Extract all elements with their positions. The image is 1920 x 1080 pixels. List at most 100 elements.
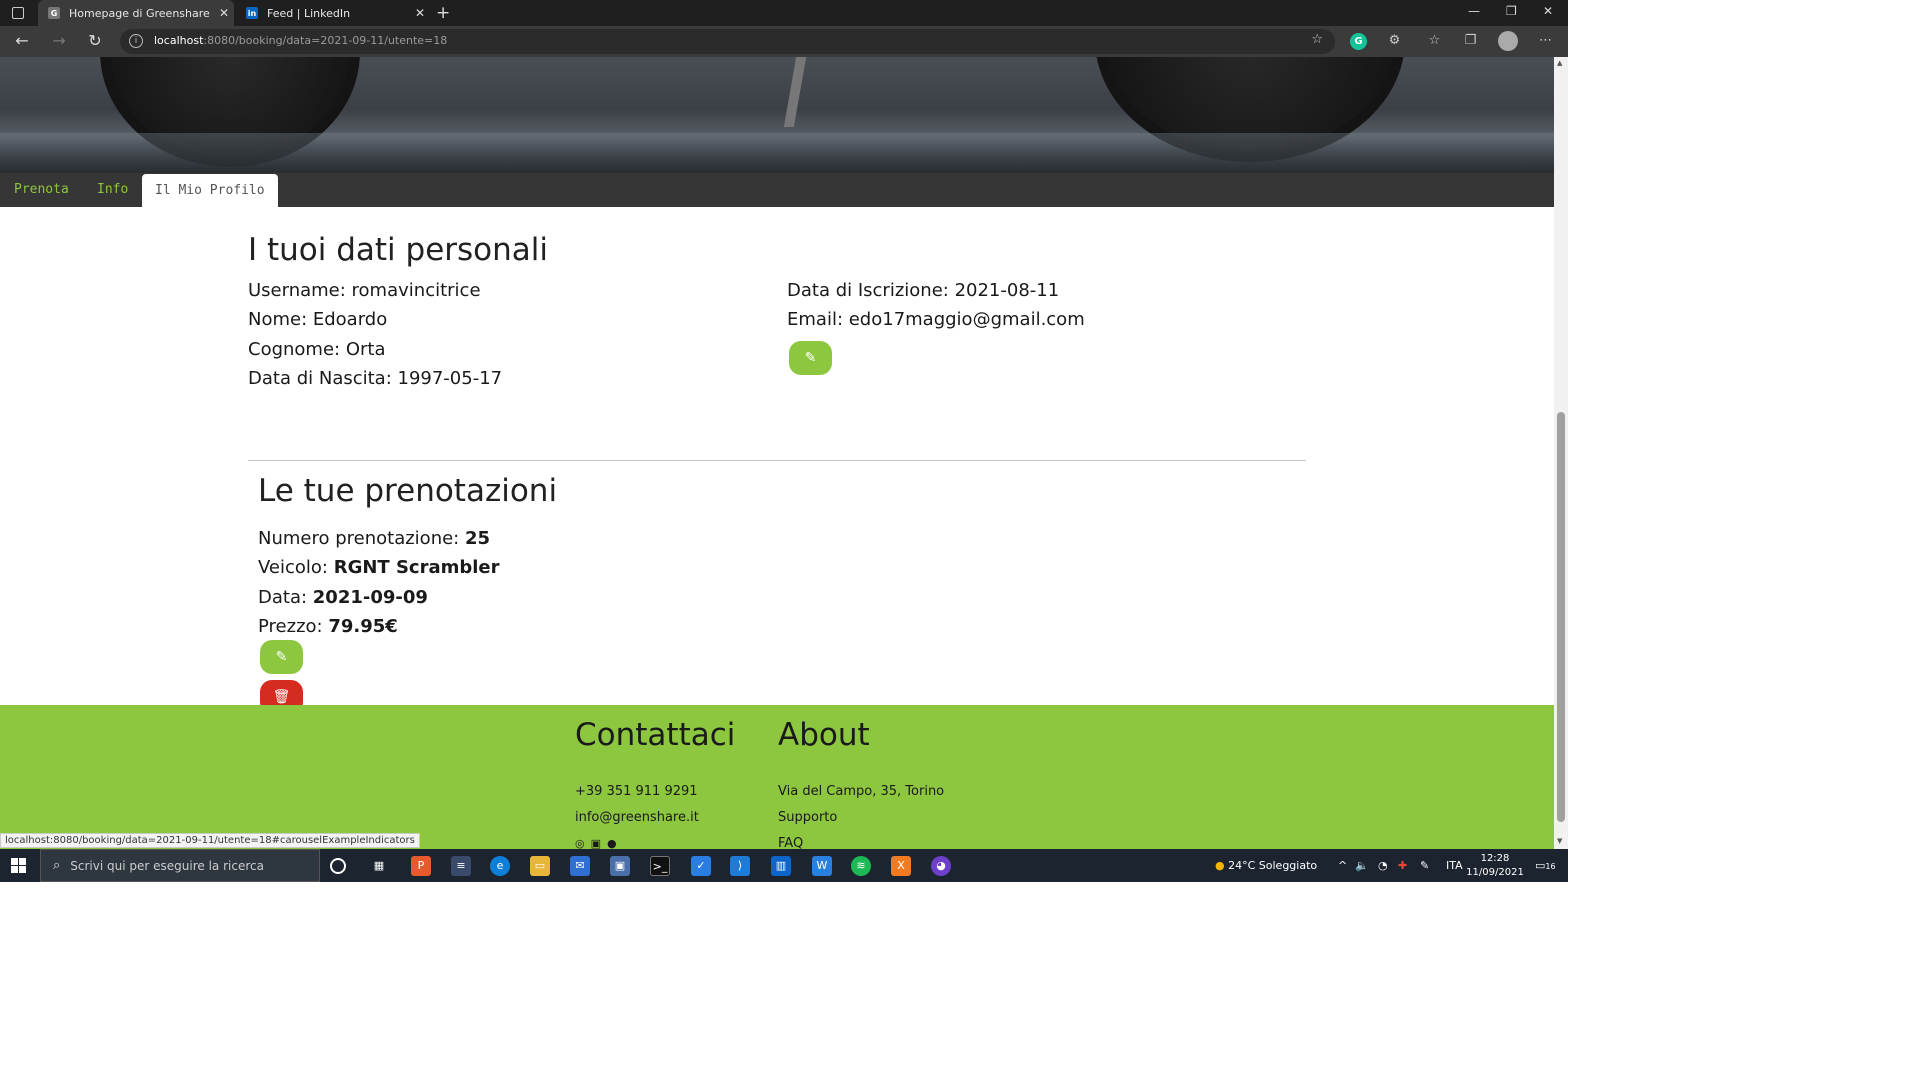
xampp-icon[interactable]: X (891, 856, 911, 876)
add-favorite-icon[interactable]: ☆ (1311, 32, 1323, 47)
forward-icon[interactable]: → (49, 31, 69, 50)
trello-icon[interactable]: ▥ (771, 856, 791, 876)
personal-data-left: Username: romavincitrice Nome: Edoardo C… (248, 276, 502, 393)
browser-toolbar: ← → ↻ i localhost:8080/booking/data=2021… (0, 26, 1568, 57)
nav-il-mio-profilo[interactable]: Il Mio Profilo (142, 174, 278, 207)
nav-info[interactable]: Info (97, 173, 128, 207)
todo-icon[interactable]: ✓ (691, 856, 711, 876)
collections-icon[interactable]: ❐ (1462, 33, 1479, 50)
site-info-icon[interactable]: i (129, 34, 143, 48)
email-field: Email: edo17maggio@gmail.com (787, 309, 1085, 331)
greenshare-favicon-icon: G (48, 7, 60, 19)
profile-avatar-icon[interactable] (1498, 31, 1518, 51)
powerpoint-icon[interactable]: P (411, 856, 431, 876)
new-tab-icon[interactable]: + (436, 3, 450, 23)
file-explorer-icon[interactable]: ▭ (530, 856, 550, 876)
spotify-icon[interactable]: ≋ (851, 856, 871, 876)
close-window-icon[interactable]: ✕ (1543, 4, 1553, 18)
weather-text: 24°C Soleggiato (1228, 859, 1318, 872)
minimize-icon[interactable]: — (1468, 4, 1480, 18)
edit-icon: ✎ (275, 649, 288, 665)
clock-time: 12:28 (1480, 853, 1510, 864)
tab-actions-icon[interactable] (12, 7, 24, 19)
reload-icon[interactable]: ↻ (85, 31, 105, 50)
task-view-icon[interactable]: ▦ (369, 856, 389, 876)
tab-label: Feed | LinkedIn (267, 6, 351, 20)
trash-icon: 🗑 (272, 689, 291, 705)
volume-icon[interactable]: 🔈 (1355, 849, 1369, 882)
weather-widget[interactable]: ● 24°C Soleggiato (1215, 849, 1317, 882)
clock-date: 11/09/2021 (1466, 867, 1524, 878)
status-bar-url: localhost:8080/booking/data=2021-09-11/u… (0, 833, 420, 848)
github-icon[interactable]: ◕ (931, 856, 951, 876)
vscode-icon[interactable]: ⟩ (730, 856, 750, 876)
search-icon: ⌕ (53, 858, 61, 873)
tray-overflow-icon[interactable]: ^ (1338, 849, 1347, 882)
close-tab-icon[interactable]: ✕ (214, 6, 234, 20)
motorcycle-stand (783, 57, 807, 127)
personal-data-title: I tuoi dati personali (248, 232, 549, 268)
app-tray-icon[interactable]: ✚ (1398, 849, 1407, 882)
bookings-title: Le tue prenotazioni (258, 473, 558, 509)
linkedin-icon[interactable]: ▣ (591, 837, 601, 849)
booking-card: Numero prenotazione: 25 Veicolo: RGNT Sc… (258, 524, 500, 641)
notification-center-icon[interactable]: ▭16 (1535, 849, 1556, 882)
booking-number-label: Numero prenotazione: (258, 528, 460, 549)
mail-icon[interactable]: ✉ (570, 856, 590, 876)
store-icon[interactable]: ▣ (610, 856, 630, 876)
app-icon[interactable]: ≡ (451, 856, 471, 876)
network-icon[interactable]: ◔ (1378, 849, 1388, 882)
booking-vehicle-value: RGNT Scrambler (333, 557, 500, 579)
personal-data-right: Data di Iscrizione: 2021-08-11 Email: ed… (787, 276, 1085, 335)
nav-prenota[interactable]: Prenota (14, 173, 69, 207)
footer-faq-link[interactable]: FAQ (778, 836, 803, 849)
taskbar-search[interactable]: ⌕ Scrivi qui per eseguire la ricerca (40, 849, 320, 882)
edge-icon[interactable]: e (490, 856, 510, 876)
username-field: Username: romavincitrice (248, 280, 481, 301)
favorites-icon[interactable]: ☆ (1426, 33, 1443, 50)
booking-vehicle-row: Veicolo: RGNT Scrambler (258, 553, 500, 582)
booking-number-value: 25 (464, 528, 491, 549)
windows-start-icon[interactable] (11, 858, 26, 873)
scrollbar-thumb[interactable] (1557, 412, 1565, 822)
tab-linkedin[interactable]: in Feed | LinkedIn ✕ (236, 0, 430, 26)
facebook-icon[interactable]: ● (607, 837, 617, 849)
restore-icon[interactable]: ❐ (1506, 4, 1517, 18)
terminal-icon[interactable]: >_ (650, 856, 670, 876)
edit-profile-button[interactable]: ✎ (789, 341, 832, 375)
edit-icon: ✎ (804, 350, 817, 366)
address-url[interactable]: localhost:8080/booking/data=2021-09-11/u… (154, 34, 447, 47)
data-nascita-field: Data di Nascita: 1997-05-17 (248, 367, 503, 389)
footer-socials: ◎ ▣ ● (575, 837, 617, 849)
footer-support-link[interactable]: Supporto (778, 810, 837, 825)
more-options-icon[interactable]: ⋯ (1537, 33, 1554, 50)
scroll-down-icon[interactable]: ▼ (1557, 837, 1562, 845)
footer-address: Via del Campo, 35, Torino (778, 784, 945, 799)
booking-price-value: 79.95€ (328, 615, 398, 637)
close-tab-icon[interactable]: ✕ (410, 6, 430, 20)
pen-icon[interactable]: ✎ (1420, 849, 1429, 882)
tab-label: Homepage di Greenshare (69, 6, 210, 20)
word-icon[interactable]: W (812, 856, 832, 876)
language-indicator[interactable]: ITA (1446, 849, 1463, 882)
page-scrollbar[interactable]: ▲ ▼ (1554, 57, 1568, 849)
booking-price-row: Prezzo: 79.95€ (258, 612, 500, 641)
grammarly-extension-icon[interactable]: G (1350, 33, 1367, 50)
tab-greenshare[interactable]: G Homepage di Greenshare ✕ (38, 0, 234, 26)
footer-contact-title: Contattaci (575, 717, 736, 753)
cortana-icon[interactable] (330, 858, 346, 874)
site-nav: Prenota Info Il Mio Profilo (0, 173, 1554, 207)
edit-booking-button[interactable]: ✎ (260, 640, 303, 674)
taskbar-clock[interactable]: 12:28 11/09/2021 (1465, 852, 1525, 880)
site-footer: Contattaci +39 351 911 9291 info@greensh… (0, 705, 1554, 849)
instagram-icon[interactable]: ◎ (575, 837, 585, 849)
page-viewport: Prenota Info Il Mio Profilo I tuoi dati … (0, 57, 1554, 849)
footer-email[interactable]: info@greenshare.it (575, 810, 699, 825)
scroll-up-icon[interactable]: ▲ (1557, 59, 1562, 67)
extensions-icon[interactable]: ⚙ (1386, 33, 1403, 50)
booking-price-label: Prezzo: (258, 615, 323, 637)
footer-phone[interactable]: +39 351 911 9291 (575, 784, 698, 799)
back-icon[interactable]: ← (12, 31, 32, 50)
sun-icon: ● (1215, 859, 1225, 872)
address-bar[interactable]: i localhost:8080/booking/data=2021-09-11… (120, 29, 1335, 54)
